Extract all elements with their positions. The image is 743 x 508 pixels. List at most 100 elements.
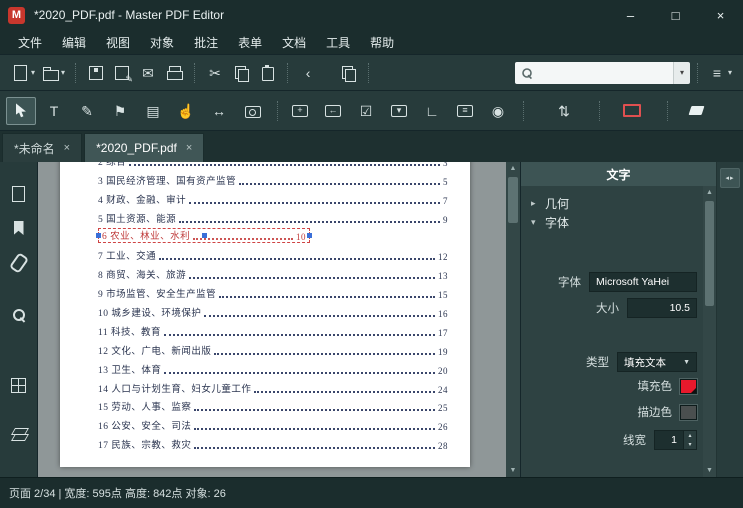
scroll-up-arrow[interactable]: ▲ bbox=[506, 162, 520, 175]
minimize-button[interactable]: – bbox=[608, 0, 653, 30]
toc-row-13[interactable]: 13 卫生、体育20 bbox=[98, 361, 448, 380]
document-area[interactable]: 2 综合33 国民经济管理、国有资产监管54 财政、金融、审计75 国土资源、能… bbox=[38, 162, 520, 477]
text-field-tool[interactable]: + bbox=[285, 97, 315, 125]
tab-1[interactable]: *2020_PDF.pdf× bbox=[84, 133, 204, 162]
hand-tool[interactable]: ☝ bbox=[171, 97, 201, 125]
section-font[interactable]: ▾ 字体 bbox=[531, 213, 703, 232]
rectangle-annotation-tool[interactable] bbox=[617, 97, 647, 125]
menu-item-1[interactable]: 编辑 bbox=[52, 31, 96, 54]
print-button[interactable] bbox=[161, 60, 187, 86]
menu-item-6[interactable]: 文档 bbox=[272, 31, 316, 54]
line-spacing-tool[interactable]: ⇅ bbox=[549, 97, 579, 125]
eraser-tool[interactable] bbox=[681, 97, 711, 125]
scroll-down-arrow[interactable]: ▼ bbox=[703, 464, 716, 477]
form-list-tool[interactable]: ▤ bbox=[138, 97, 168, 125]
tab-close-icon[interactable]: × bbox=[64, 142, 70, 154]
selection-handle[interactable] bbox=[307, 233, 312, 238]
attachments-panel-button[interactable] bbox=[5, 249, 33, 277]
toc-row-16[interactable]: 16 公安、安全、司法26 bbox=[98, 417, 448, 436]
email-button[interactable]: ✉ bbox=[135, 60, 161, 86]
copy-button[interactable] bbox=[228, 60, 254, 86]
menu-item-4[interactable]: 批注 bbox=[184, 31, 228, 54]
menu-item-5[interactable]: 表单 bbox=[228, 31, 272, 54]
search-panel-button[interactable] bbox=[5, 301, 33, 329]
form-fields-panel-button[interactable] bbox=[5, 371, 33, 399]
tab-0[interactable]: *未命名× bbox=[2, 133, 82, 162]
selection-handle[interactable] bbox=[96, 233, 101, 238]
toc-row-9[interactable]: 9 市场监管、安全生产监管15 bbox=[98, 285, 448, 304]
menu-item-3[interactable]: 对象 bbox=[140, 31, 184, 54]
radio-button-tool[interactable]: ◉ bbox=[483, 97, 513, 125]
toc-row-6[interactable]: 6 农业、林业、水利10 bbox=[98, 229, 448, 248]
fill-color-swatch[interactable] bbox=[680, 379, 697, 394]
menu-item-8[interactable]: 帮助 bbox=[360, 31, 404, 54]
back-button[interactable]: ‹ bbox=[295, 60, 321, 86]
toc-row-11[interactable]: 11 科技、教育17 bbox=[98, 323, 448, 342]
save-button[interactable] bbox=[83, 60, 109, 86]
spin-down-button[interactable]: ▾ bbox=[684, 440, 696, 449]
toc-row-14[interactable]: 14 人口与计划生育、妇女儿童工作24 bbox=[98, 380, 448, 399]
scrollbar-track[interactable] bbox=[506, 175, 520, 464]
font-family-field[interactable]: Microsoft YaHei bbox=[589, 272, 697, 292]
document-scrollbar[interactable]: ▲ ▼ bbox=[506, 162, 520, 477]
toc-row-17[interactable]: 17 民族、宗教、救灾28 bbox=[98, 436, 448, 455]
checkbox-tool[interactable]: ☑ bbox=[351, 97, 381, 125]
select-text-tool[interactable]: ⚑ bbox=[105, 97, 135, 125]
pages-view-button[interactable] bbox=[335, 60, 361, 86]
menu-item-7[interactable]: 工具 bbox=[316, 31, 360, 54]
toc-row-8[interactable]: 8 商贸、海关、旅游13 bbox=[98, 266, 448, 285]
toc-leader-dots bbox=[194, 447, 435, 449]
close-button[interactable]: × bbox=[698, 0, 743, 30]
push-button-tool[interactable]: ← bbox=[318, 97, 348, 125]
toc-row-15[interactable]: 15 劳动、人事、监察25 bbox=[98, 399, 448, 418]
save-as-button[interactable] bbox=[109, 60, 135, 86]
scrollbar-thumb[interactable] bbox=[705, 201, 714, 306]
line-width-value[interactable]: 1 bbox=[654, 430, 684, 450]
menu-item-0[interactable]: 文件 bbox=[8, 31, 52, 54]
measure-tool[interactable]: ↔ bbox=[204, 97, 234, 125]
cut-button[interactable]: ✂ bbox=[202, 60, 228, 86]
search-options-dropdown[interactable]: ▾ bbox=[673, 62, 690, 84]
bookmarks-panel-button[interactable] bbox=[5, 214, 33, 242]
tab-close-icon[interactable]: × bbox=[186, 142, 192, 154]
combo-box-tool[interactable]: ▾ bbox=[384, 97, 414, 125]
line-width-spinner[interactable]: 1 ▴ ▾ bbox=[654, 430, 697, 450]
toc-row-7[interactable]: 7 工业、交通12 bbox=[98, 247, 448, 266]
toc-row-12[interactable]: 12 文化、广电、新闻出版19 bbox=[98, 342, 448, 361]
pdf-page[interactable]: 2 综合33 国民经济管理、国有资产监管54 财政、金融、审计75 国土资源、能… bbox=[60, 162, 470, 467]
toc-row-10[interactable]: 10 城乡建设、环境保护16 bbox=[98, 304, 448, 323]
scroll-up-arrow[interactable]: ▲ bbox=[703, 186, 716, 199]
search-input[interactable] bbox=[536, 67, 670, 79]
panel-toggle-button[interactable]: ◂▸ bbox=[720, 168, 740, 188]
scroll-down-arrow[interactable]: ▼ bbox=[506, 464, 520, 477]
toc-row-3[interactable]: 3 国民经济管理、国有资产监管5 bbox=[98, 172, 448, 191]
snapshot-tool[interactable] bbox=[237, 97, 267, 125]
section-geometry[interactable]: ▸ 几何 bbox=[531, 194, 703, 213]
edit-text-tool[interactable]: T bbox=[39, 97, 69, 125]
edit-object-tool[interactable]: ✎ bbox=[72, 97, 102, 125]
search-box[interactable] bbox=[515, 62, 673, 84]
layers-panel-button[interactable] bbox=[5, 419, 33, 447]
toc-row-2[interactable]: 2 综合3 bbox=[98, 162, 448, 172]
panel-scrollbar[interactable]: ▲ ▼ bbox=[703, 186, 716, 477]
edit-angle-tool[interactable]: ∟ bbox=[417, 97, 447, 125]
scrollbar-track[interactable] bbox=[703, 199, 716, 464]
font-size-field[interactable]: 10.5 bbox=[627, 298, 697, 318]
toc-row-5[interactable]: 5 国土资源、能源9 bbox=[98, 210, 448, 229]
open-file-button[interactable]: ▾ bbox=[38, 60, 68, 86]
new-document-button[interactable]: ▾ bbox=[8, 60, 38, 86]
text-type-dropdown[interactable]: 填充文本 ▼ bbox=[617, 352, 697, 372]
toc-row-4[interactable]: 4 财政、金融、审计7 bbox=[98, 191, 448, 210]
stroke-color-swatch[interactable] bbox=[680, 405, 697, 420]
scrollbar-thumb[interactable] bbox=[508, 177, 518, 223]
toolbar-overflow-menu-button[interactable]: ≡ ▾ bbox=[705, 60, 735, 86]
selection-handle[interactable] bbox=[202, 233, 207, 238]
list-box-tool[interactable]: ≡ bbox=[450, 97, 480, 125]
select-tool[interactable] bbox=[6, 97, 36, 125]
menu-item-2[interactable]: 视图 bbox=[96, 31, 140, 54]
paste-button[interactable] bbox=[254, 60, 280, 86]
pages-panel-button[interactable] bbox=[5, 180, 33, 208]
selected-text-object[interactable]: 6 农业、林业、水利10 bbox=[98, 228, 310, 243]
maximize-button[interactable]: □ bbox=[653, 0, 698, 30]
spin-up-button[interactable]: ▴ bbox=[684, 431, 696, 440]
